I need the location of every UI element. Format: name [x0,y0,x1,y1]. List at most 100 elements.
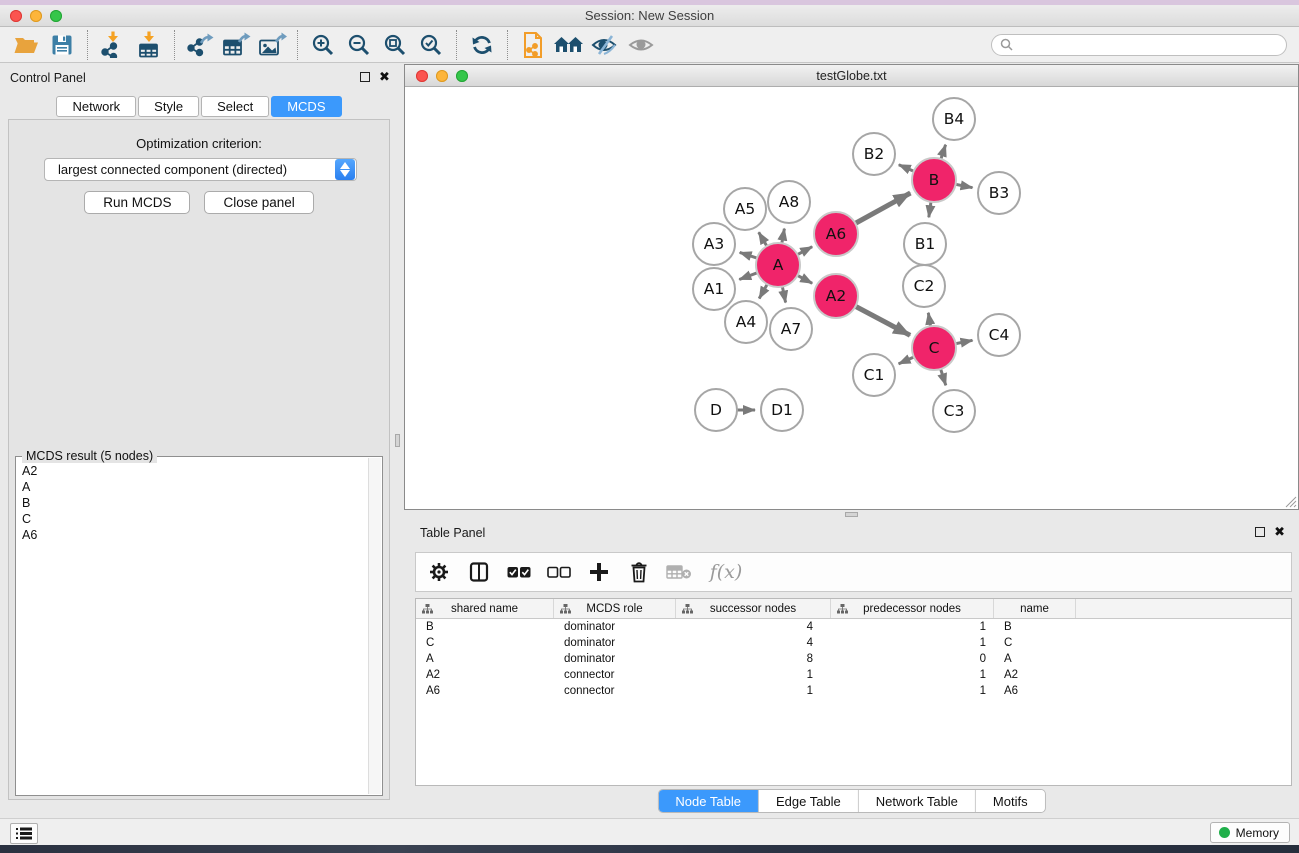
memory-button[interactable]: Memory [1210,822,1290,843]
select-all-icon[interactable] [504,557,534,587]
table-cell[interactable]: dominator [554,637,676,649]
close-table-panel-icon[interactable]: ✖ [1274,527,1285,537]
search-input[interactable] [1018,38,1278,52]
run-mcds-button[interactable]: Run MCDS [84,191,190,214]
show-columns-icon[interactable] [464,557,494,587]
delete-column-icon[interactable] [624,557,654,587]
table-row[interactable]: Bdominator41B [416,619,1291,635]
graph-node-A2[interactable]: A2 [814,274,858,318]
table-cell[interactable]: 1 [831,637,994,649]
graph-node-D[interactable]: D [695,389,737,431]
tab-network[interactable]: Network [56,96,136,117]
table-row[interactable]: Adominator80A [416,651,1291,667]
graph-node-B1[interactable]: B1 [904,223,946,265]
table-cell[interactable]: 4 [676,621,831,633]
float-panel-icon[interactable] [360,72,370,82]
table-cell[interactable]: A6 [416,685,554,697]
horizontal-mini-scrollbar[interactable] [845,512,858,517]
import-table-icon[interactable] [131,30,167,60]
zoom-selected-icon[interactable] [413,30,449,60]
zoom-fit-icon[interactable] [377,30,413,60]
table-cell[interactable]: C [416,637,554,649]
export-image-icon[interactable] [254,30,290,60]
table-cell[interactable]: A6 [994,685,1076,697]
table-row[interactable]: A2connector11A2 [416,667,1291,683]
graph-node-C[interactable]: C [912,326,956,370]
graph-node-A1[interactable]: A1 [693,268,735,310]
new-network-from-selection-icon[interactable] [515,30,551,60]
column-header-MCDS-role[interactable]: MCDS role [554,599,676,618]
open-session-icon[interactable] [8,30,44,60]
graph-node-C1[interactable]: C1 [853,354,895,396]
table-cell[interactable]: connector [554,685,676,697]
table-settings-gear-icon[interactable] [424,557,454,587]
mcds-scrollbar[interactable] [368,458,381,794]
table-cell[interactable]: dominator [554,653,676,665]
table-cell[interactable]: B [416,621,554,633]
table-cell[interactable]: 1 [831,685,994,697]
resize-grip-icon[interactable] [1283,494,1297,508]
graph-node-B[interactable]: B [912,158,956,202]
graph-node-D1[interactable]: D1 [761,389,803,431]
table-row[interactable]: A6connector11A6 [416,683,1291,699]
graph-node-B4[interactable]: B4 [933,98,975,140]
graph-node-A7[interactable]: A7 [770,308,812,350]
column-header-shared-name[interactable]: shared name [416,599,554,618]
table-cell[interactable]: 8 [676,653,831,665]
tab-motifs[interactable]: Motifs [976,790,1045,812]
float-table-panel-icon[interactable] [1255,527,1265,537]
column-header-name[interactable]: name [994,599,1076,618]
first-neighbors-icon[interactable] [551,30,587,60]
criterion-dropdown[interactable]: largest connected component (directed) [44,158,357,181]
network-graph-canvas[interactable]: AA1A2A3A4A5A6A7A8BB1B2B3B4CC1C2C3C4DD1 [405,87,1298,509]
import-network-icon[interactable] [95,30,131,60]
graph-node-C2[interactable]: C2 [903,265,945,307]
table-cell[interactable]: 1 [831,621,994,633]
mcds-result-item[interactable]: A6 [22,527,368,543]
mcds-result-item[interactable]: A2 [22,463,368,479]
graph-node-B2[interactable]: B2 [853,133,895,175]
graph-node-A[interactable]: A [756,243,800,287]
tab-mcds[interactable]: MCDS [271,96,341,117]
tab-edge-table[interactable]: Edge Table [759,790,859,812]
graph-node-A6[interactable]: A6 [814,212,858,256]
hide-selection-icon[interactable] [587,30,623,60]
graph-node-A8[interactable]: A8 [768,181,810,223]
add-column-icon[interactable] [584,557,614,587]
table-cell[interactable]: connector [554,669,676,681]
table-cell[interactable]: 4 [676,637,831,649]
export-network-icon[interactable] [182,30,218,60]
table-cell[interactable]: A2 [994,669,1076,681]
zoom-in-icon[interactable] [305,30,341,60]
table-cell[interactable]: 0 [831,653,994,665]
graph-node-C4[interactable]: C4 [978,314,1020,356]
table-cell[interactable]: C [994,637,1076,649]
mcds-result-item[interactable]: A [22,479,368,495]
save-session-icon[interactable] [44,30,80,60]
tab-style[interactable]: Style [138,96,199,117]
table-cell[interactable]: A [416,653,554,665]
column-header-predecessor-nodes[interactable]: predecessor nodes [831,599,994,618]
refresh-layout-icon[interactable] [464,30,500,60]
mcds-result-item[interactable]: C [22,511,368,527]
zoom-out-icon[interactable] [341,30,377,60]
show-all-icon[interactable] [623,30,659,60]
mcds-result-item[interactable]: B [22,495,368,511]
tab-select[interactable]: Select [201,96,269,117]
close-panel-icon[interactable]: ✖ [379,72,390,82]
close-panel-button[interactable]: Close panel [204,191,313,214]
table-cell[interactable]: 1 [676,685,831,697]
tab-network-table[interactable]: Network Table [859,790,976,812]
search-box[interactable] [991,34,1287,56]
graph-node-B3[interactable]: B3 [978,172,1020,214]
graph-node-A3[interactable]: A3 [693,223,735,265]
tab-node-table[interactable]: Node Table [658,790,759,812]
table-cell[interactable]: dominator [554,621,676,633]
column-header-successor-nodes[interactable]: successor nodes [676,599,831,618]
task-history-button[interactable] [10,823,38,844]
table-cell[interactable]: 1 [676,669,831,681]
network-window-titlebar[interactable]: testGlobe.txt [405,65,1298,87]
graph-node-A5[interactable]: A5 [724,188,766,230]
table-cell[interactable]: B [994,621,1076,633]
vertical-mini-scrollbar[interactable] [395,434,400,447]
